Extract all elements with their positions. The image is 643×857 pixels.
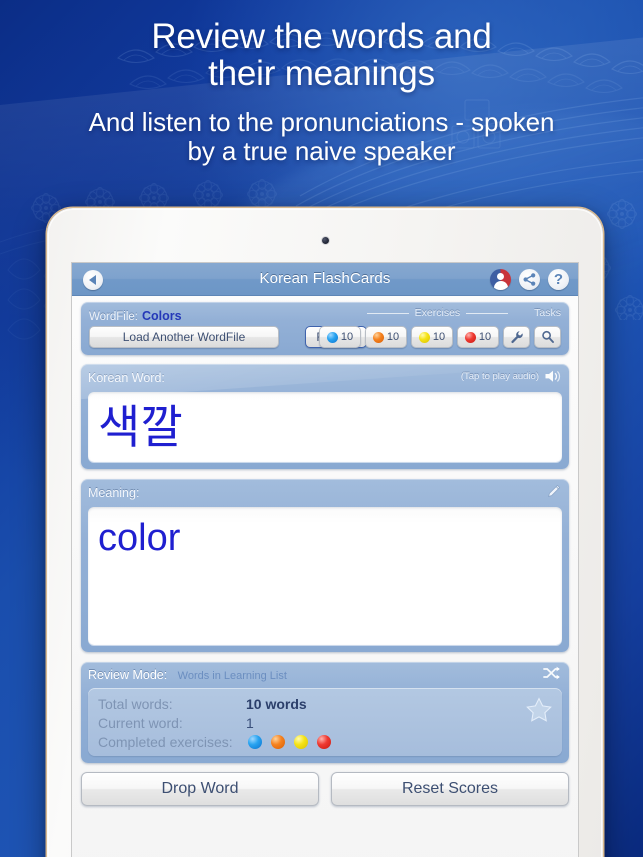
exercise-button-group: 10 10 10 10 xyxy=(319,326,561,348)
wordfile-label: WordFile: xyxy=(89,311,138,323)
korean-word-panel: Korean Word: (Tap to play audio) 색깔 xyxy=(81,364,569,469)
review-mode-label: Review Mode: xyxy=(88,668,168,682)
korean-word-field[interactable]: 색깔 xyxy=(88,392,562,462)
exercise-button-blue[interactable]: 10 xyxy=(319,326,361,348)
meaning-panel: Meaning: color xyxy=(81,479,569,652)
stat-row-total-words: Total words: 10 words xyxy=(98,694,552,713)
review-mode-panel: Review Mode: Words in Learning List Tota… xyxy=(81,662,569,763)
current-word-label: Current word: xyxy=(98,714,183,731)
app-navigation-bar: Korean FlashCards ? xyxy=(72,263,578,296)
exercise-count-orange: 10 xyxy=(386,331,400,343)
completed-ball-orange xyxy=(271,734,285,749)
total-words-label: Total words: xyxy=(98,695,173,712)
subhead-line-1: And listen to the pronunciations - spoke… xyxy=(88,107,555,137)
meaning-label: Meaning: xyxy=(88,486,140,500)
promo-screenshot: Review the words and their meanings And … xyxy=(0,0,643,857)
nav-icon-group: ? xyxy=(490,269,569,290)
pencil-icon[interactable] xyxy=(546,484,561,504)
exercise-count-blue: 10 xyxy=(340,331,354,343)
wordfile-panel: WordFile: Colors Exercises Tasks Load Ano… xyxy=(81,302,569,355)
headline-line-1: Review the words and xyxy=(151,17,492,56)
tap-to-play-hint: (Tap to play audio) xyxy=(460,371,539,382)
korean-word-label: Korean Word: xyxy=(88,371,165,385)
star-icon[interactable] xyxy=(526,697,552,727)
search-task-button[interactable] xyxy=(534,326,561,348)
share-icon[interactable] xyxy=(519,269,540,290)
wordfile-controls-row: Load Another WordFile Review 10 10 xyxy=(89,326,561,348)
wrench-icon xyxy=(510,331,523,344)
app-screen: Korean FlashCards ? WordFile: Colors Exe… xyxy=(72,263,578,857)
front-camera xyxy=(321,237,329,244)
app-content: WordFile: Colors Exercises Tasks Load Ano… xyxy=(72,296,578,857)
current-word-value: 1 xyxy=(246,714,254,731)
meaning-text: color xyxy=(98,517,181,559)
help-icon[interactable]: ? xyxy=(548,269,569,290)
subhead-line-2: by a true naive speaker xyxy=(187,136,456,166)
korean-word-text: 색깔 xyxy=(98,400,183,454)
rule-left xyxy=(366,312,409,314)
wordfile-value: Colors xyxy=(142,309,182,323)
exercise-count-red: 10 xyxy=(478,331,492,343)
panel-section-headers: Exercises Tasks xyxy=(361,307,561,319)
orange-dot-icon xyxy=(372,331,384,343)
stats-box: Total words: 10 words Current word: 1 Co… xyxy=(88,688,562,756)
profile-icon[interactable] xyxy=(490,269,511,290)
exercise-button-red[interactable]: 10 xyxy=(457,326,499,348)
completed-ball-blue xyxy=(248,734,262,749)
shuffle-icon[interactable] xyxy=(543,666,561,685)
tasks-header: Tasks xyxy=(534,307,561,319)
stat-row-current-word: Current word: 1 xyxy=(98,713,552,732)
exercise-button-yellow[interactable]: 10 xyxy=(411,326,453,348)
red-dot-icon xyxy=(464,331,476,343)
speaker-icon[interactable] xyxy=(544,369,561,389)
settings-task-button[interactable] xyxy=(503,326,530,348)
rule-right xyxy=(466,312,509,314)
review-mode-value: Words in Learning List xyxy=(177,670,287,682)
headline-line-2: their meanings xyxy=(208,54,435,93)
yellow-dot-icon xyxy=(418,331,430,343)
completed-exercise-balls xyxy=(248,734,331,749)
exercise-count-yellow: 10 xyxy=(432,331,446,343)
blue-dot-icon xyxy=(326,331,338,343)
meaning-field[interactable]: color xyxy=(88,507,562,645)
load-wordfile-button[interactable]: Load Another WordFile xyxy=(89,326,279,348)
exercises-header: Exercises xyxy=(414,307,461,319)
search-icon xyxy=(541,330,554,343)
tablet-device-frame: Korean FlashCards ? WordFile: Colors Exe… xyxy=(47,208,603,857)
exercise-button-orange[interactable]: 10 xyxy=(365,326,407,348)
completed-exercises-label: Completed exercises: xyxy=(98,733,233,750)
drop-word-button[interactable]: Drop Word xyxy=(81,772,319,806)
total-words-value: 10 words xyxy=(246,695,307,712)
stat-row-completed-exercises: Completed exercises: xyxy=(98,732,552,751)
completed-ball-red xyxy=(317,734,331,749)
reset-scores-button[interactable]: Reset Scores xyxy=(331,772,569,806)
action-button-row: Drop Word Reset Scores xyxy=(81,772,569,806)
completed-ball-yellow xyxy=(294,734,308,749)
promo-headline: Review the words and their meanings And … xyxy=(0,18,643,166)
